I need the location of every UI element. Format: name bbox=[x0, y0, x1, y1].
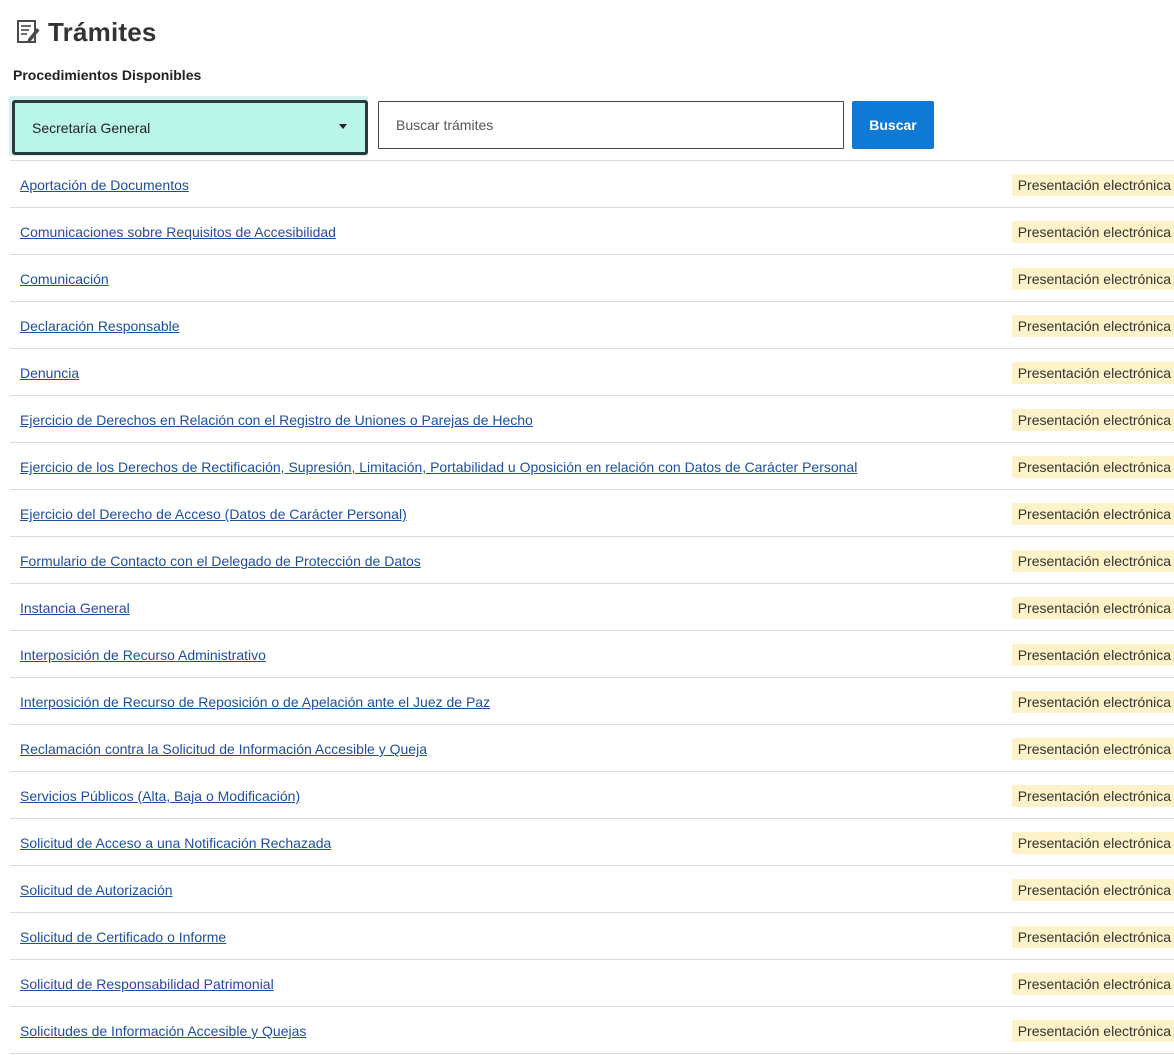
list-item: Comunicación Presentación electrónica bbox=[10, 255, 1174, 302]
list-item: Solicitud de Responsabilidad Patrimonial… bbox=[10, 960, 1174, 1007]
status-badge: Presentación electrónica bbox=[1011, 832, 1174, 854]
section-subtitle: Procedimientos Disponibles bbox=[13, 67, 202, 83]
search-input[interactable] bbox=[378, 101, 844, 149]
page-title: Trámites bbox=[48, 16, 157, 47]
status-badge: Presentación electrónica bbox=[1011, 315, 1174, 337]
status-badge: Presentación electrónica bbox=[1011, 738, 1174, 760]
status-badge: Presentación electrónica bbox=[1011, 879, 1174, 901]
list-item: Ejercicio de Derechos en Relación con el… bbox=[10, 396, 1174, 443]
procedure-link[interactable]: Solicitud de Acceso a una Notificación R… bbox=[20, 835, 331, 851]
procedures-page: Trámites Procedimientos Disponibles Secr… bbox=[0, 0, 1174, 1055]
list-item: Interposición de Recurso de Reposición o… bbox=[10, 678, 1174, 725]
list-item: Denuncia Presentación electrónica bbox=[10, 349, 1174, 396]
department-select[interactable]: Secretaría General bbox=[12, 100, 368, 155]
procedure-link[interactable]: Denuncia bbox=[20, 365, 79, 381]
list-item: Reclamación contra la Solicitud de Infor… bbox=[10, 725, 1174, 772]
procedure-link[interactable]: Ejercicio de los Derechos de Rectificaci… bbox=[20, 459, 857, 475]
list-item: Interposición de Recurso Administrativo P… bbox=[10, 631, 1174, 678]
list-item: Ejercicio de los Derechos de Rectificaci… bbox=[10, 443, 1174, 490]
status-badge: Presentación electrónica bbox=[1011, 1020, 1174, 1042]
status-badge: Presentación electrónica bbox=[1011, 456, 1174, 478]
page-header: Trámites bbox=[16, 14, 157, 50]
status-badge: Presentación electrónica bbox=[1011, 503, 1174, 525]
filter-bar: Secretaría General Buscar bbox=[9, 96, 949, 156]
procedure-link[interactable]: Solicitud de Autorización bbox=[20, 882, 173, 898]
procedure-link[interactable]: Ejercicio del Derecho de Acceso (Datos d… bbox=[20, 506, 407, 522]
procedure-link[interactable]: Solicitudes de Información Accesible y Q… bbox=[20, 1023, 306, 1039]
list-item: Instancia General Presentación electrónic… bbox=[10, 584, 1174, 631]
status-badge: Presentación electrónica bbox=[1011, 926, 1174, 948]
list-item: Comunicaciones sobre Requisitos de Acces… bbox=[10, 208, 1174, 255]
procedure-link[interactable]: Solicitud de Responsabilidad Patrimonial bbox=[20, 976, 274, 992]
procedure-link[interactable]: Interposición de Recurso Administrativo bbox=[20, 647, 266, 663]
list-item: Ejercicio del Derecho de Acceso (Datos d… bbox=[10, 490, 1174, 537]
status-badge: Presentación electrónica bbox=[1011, 691, 1174, 713]
status-badge: Presentación electrónica bbox=[1011, 785, 1174, 807]
status-badge: Presentación electrónica bbox=[1011, 174, 1174, 196]
procedure-link[interactable]: Ejercicio de Derechos en Relación con el… bbox=[20, 412, 533, 428]
procedure-link[interactable]: Solicitud de Certificado o Informe bbox=[20, 929, 226, 945]
procedure-link[interactable]: Aportación de Documentos bbox=[20, 177, 189, 193]
list-item: Solicitudes de Información Accesible y Q… bbox=[10, 1007, 1174, 1054]
status-badge: Presentación electrónica bbox=[1011, 362, 1174, 384]
procedure-link[interactable]: Comunicaciones sobre Requisitos de Acces… bbox=[20, 224, 336, 240]
chevron-down-icon bbox=[339, 124, 347, 129]
procedure-link[interactable]: Reclamación contra la Solicitud de Infor… bbox=[20, 741, 427, 757]
procedure-link[interactable]: Instancia General bbox=[20, 600, 130, 616]
procedure-link[interactable]: Interposición de Recurso de Reposición o… bbox=[20, 694, 490, 710]
procedure-link[interactable]: Servicios Públicos (Alta, Baja o Modific… bbox=[20, 788, 300, 804]
procedure-list: Aportación de Documentos Presentación ele… bbox=[10, 160, 1174, 1054]
status-badge: Presentación electrónica bbox=[1011, 973, 1174, 995]
status-badge: Presentación electrónica bbox=[1011, 644, 1174, 666]
list-item: Servicios Públicos (Alta, Baja o Modific… bbox=[10, 772, 1174, 819]
status-badge: Presentación electrónica bbox=[1011, 550, 1174, 572]
list-item: Declaración Responsable Presentación elec… bbox=[10, 302, 1174, 349]
status-badge: Presentación electrónica bbox=[1011, 597, 1174, 619]
list-item: Aportación de Documentos Presentación ele… bbox=[10, 161, 1174, 208]
procedure-link[interactable]: Declaración Responsable bbox=[20, 318, 180, 334]
status-badge: Presentación electrónica bbox=[1011, 221, 1174, 243]
edit-document-icon bbox=[16, 19, 40, 45]
status-badge: Presentación electrónica bbox=[1011, 409, 1174, 431]
procedure-link[interactable]: Formulario de Contacto con el Delegado d… bbox=[20, 553, 421, 569]
list-item: Solicitud de Autorización Presentación el… bbox=[10, 866, 1174, 913]
list-item: Formulario de Contacto con el Delegado d… bbox=[10, 537, 1174, 584]
search-button[interactable]: Buscar bbox=[852, 101, 934, 149]
procedure-link[interactable]: Comunicación bbox=[20, 271, 109, 287]
department-select-value: Secretaría General bbox=[32, 119, 151, 136]
list-item: Solicitud de Certificado o Informe Presen… bbox=[10, 913, 1174, 960]
status-badge: Presentación electrónica bbox=[1011, 268, 1174, 290]
list-item: Solicitud de Acceso a una Notificación R… bbox=[10, 819, 1174, 866]
